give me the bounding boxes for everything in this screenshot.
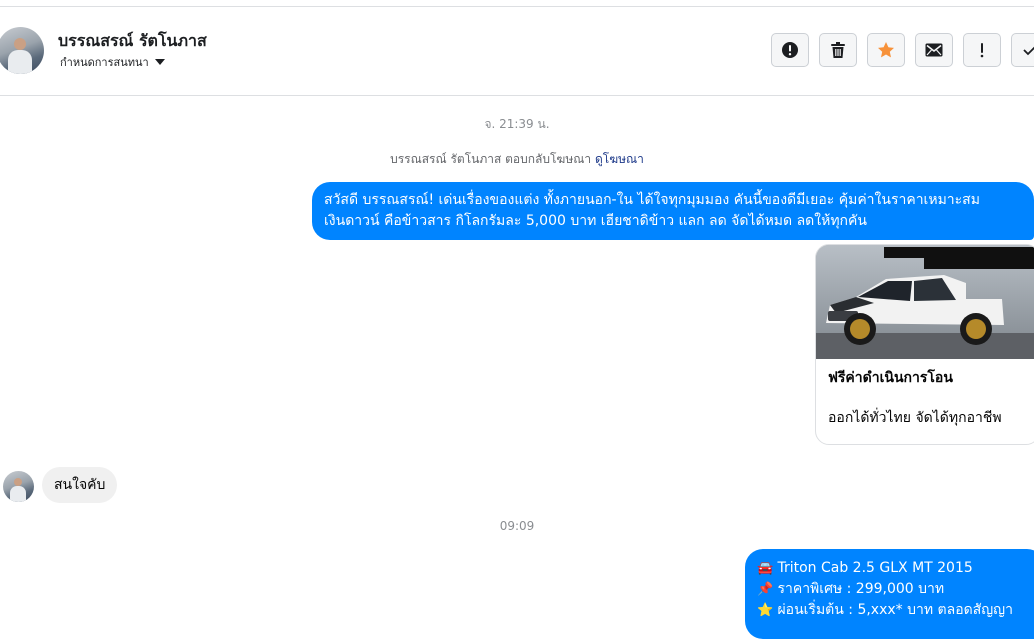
message-line: สวัสดี บรรณสรณ์! เด่นเรื่องของแต่ง ทั้งภ…: [324, 192, 980, 208]
conversation-settings-dropdown[interactable]: กำหนดการสนทนา: [60, 53, 165, 71]
contact-avatar-small[interactable]: [3, 471, 34, 502]
message-line: ⭐ ผ่อนเริ่มต้น : 5,xxx* บาท ตลอดสัญญา: [757, 600, 1034, 621]
star-icon: [878, 42, 894, 58]
delete-button[interactable]: [819, 33, 857, 67]
exclamation-circle-icon: [782, 42, 798, 58]
trash-icon: [831, 42, 845, 58]
message-line: 📌 ราคาพิเศษ : 299,000 บาท: [757, 579, 1034, 600]
envelope-icon: [925, 43, 943, 57]
message-timestamp: จ. 21:39 น.: [484, 117, 550, 131]
message-timestamp: 09:09: [499, 519, 535, 533]
outgoing-message: สวัสดี บรรณสรณ์! เด่นเรื่องของแต่ง ทั้งภ…: [312, 182, 1034, 240]
ad-reply-notice: บรรณสรณ์ รัตโนภาส ตอบกลับโฆษณา ดูโฆษณา: [0, 150, 1034, 169]
conversation-settings-label: กำหนดการสนทนา: [60, 56, 149, 69]
report-spam-button[interactable]: [771, 33, 809, 67]
ad-card-title: ฟรีค่าดำเนินการโอน: [828, 370, 953, 386]
check-icon: [1023, 46, 1034, 56]
exclamation-icon: [980, 43, 984, 58]
ad-card-image: [816, 245, 1034, 359]
pushpin-emoji-icon: 📌: [757, 582, 774, 597]
important-button[interactable]: [963, 33, 1001, 67]
ad-card[interactable]: ฟรีค่าดำเนินการโอน ออกได้ทั่วไทย จัดได้ท…: [815, 244, 1034, 445]
ad-card-subtitle: ออกได้ทั่วไทย จัดได้ทุกอาชีพ: [828, 410, 1002, 426]
message-line-text: ผ่อนเริ่มต้น : 5,xxx* บาท ตลอดสัญญา: [777, 602, 1013, 618]
conversation-header: บรรณสรณ์ รัตโนภาส กำหนดการสนทนา: [0, 7, 1034, 96]
star-emoji-icon: ⭐: [757, 603, 774, 618]
view-ad-link[interactable]: ดูโฆษณา: [595, 152, 644, 166]
ad-reply-text: บรรณสรณ์ รัตโนภาส ตอบกลับโฆษณา: [390, 152, 592, 166]
outgoing-message: 🚘 Triton Cab 2.5 GLX MT 2015 📌 ราคาพิเศษ…: [745, 549, 1034, 639]
message-line: เงินดาวน์ คือข้าวสาร กิโลกรัมละ 5,000 บา…: [324, 213, 867, 229]
incoming-message: สนใจคับ: [42, 467, 118, 503]
message-line: 🚘 Triton Cab 2.5 GLX MT 2015: [757, 558, 1034, 579]
contact-avatar[interactable]: [0, 27, 44, 74]
message-line-text: Triton Cab 2.5 GLX MT 2015: [777, 560, 973, 576]
caret-down-icon: [154, 59, 165, 65]
car-emoji-icon: 🚘: [757, 561, 774, 576]
star-button[interactable]: [867, 33, 905, 67]
contact-name[interactable]: บรรณสรณ์ รัตโนภาส: [58, 29, 207, 54]
message-line-text: ราคาพิเศษ : 299,000 บาท: [777, 581, 945, 597]
mark-unread-button[interactable]: [915, 33, 953, 67]
mark-done-button[interactable]: [1011, 33, 1034, 67]
